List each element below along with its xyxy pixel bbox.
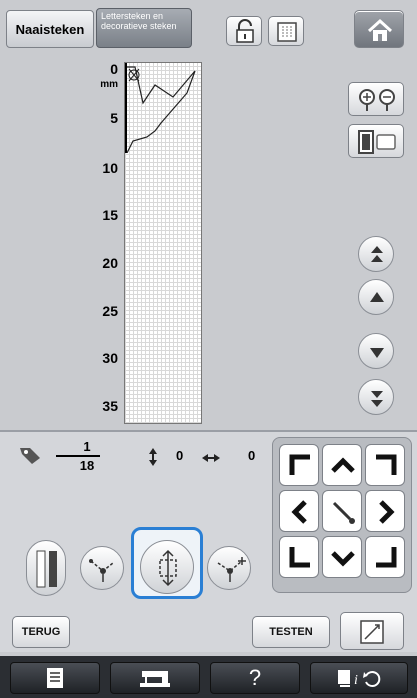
stitch-memory-icon (277, 22, 297, 42)
density-numerator: 1 (83, 439, 91, 454)
machine-settings-button[interactable] (110, 662, 200, 694)
ruler-mark-5: 5 (110, 110, 118, 126)
double-down-arrow-icon (371, 391, 383, 407)
magnify-icon (359, 89, 395, 111)
scroll-top-button[interactable] (358, 236, 394, 272)
point-add-left-button[interactable] (80, 546, 124, 590)
ruler-mark-15: 15 (102, 207, 118, 223)
set-stitch-icon (360, 620, 384, 644)
horizontal-move-icon (202, 454, 220, 462)
help-label: ? (248, 665, 262, 690)
move-right-button[interactable] (365, 490, 405, 532)
needle-center-icon (332, 501, 355, 524)
tutorial-button[interactable]: i (310, 662, 408, 694)
density-fraction: 1 18 (56, 439, 100, 479)
help-button[interactable]: ? (210, 662, 300, 694)
home-icon (367, 18, 393, 41)
zoom-button[interactable] (348, 82, 404, 116)
scroll-bottom-button[interactable] (358, 379, 394, 415)
ruler-mark-10: 10 (102, 160, 118, 176)
move-left-button[interactable] (279, 490, 319, 532)
density-icon (20, 448, 40, 464)
sewing-machine-icon (140, 671, 170, 687)
ruler-unit: mm (100, 79, 118, 90)
move-point-icon (159, 549, 177, 587)
ruler-mark-25: 25 (102, 303, 118, 319)
mirror-button[interactable] (26, 540, 66, 596)
up-arrow-icon (370, 292, 384, 302)
back-button[interactable]: TERUG (12, 616, 70, 648)
chevron-left-icon (291, 500, 307, 524)
view-toggle-button[interactable] (348, 124, 404, 158)
lock-icon (236, 19, 254, 43)
vertical-move-icon (149, 448, 157, 466)
center-needle-button[interactable] (322, 490, 362, 532)
ruler-zero: 0 (110, 61, 118, 77)
ruler-mark-35: 35 (102, 398, 118, 414)
set-button[interactable] (340, 612, 404, 650)
corner-up-right-icon (376, 454, 397, 475)
move-down-right-button[interactable] (365, 536, 405, 578)
move-down-button[interactable] (322, 536, 362, 578)
vertical-value: 0 (176, 448, 184, 463)
move-point-button[interactable] (140, 540, 194, 594)
ruler-mark-20: 20 (102, 255, 118, 271)
test-button[interactable]: TESTEN (252, 616, 330, 648)
scroll-up-button[interactable] (358, 279, 394, 315)
stitch-preview (124, 62, 202, 424)
manual-button[interactable] (10, 662, 100, 694)
view-toggle-icon (358, 130, 396, 154)
chevron-up-icon (331, 457, 355, 473)
corner-down-right-icon (376, 547, 397, 568)
corner-up-left-icon (289, 454, 310, 475)
ruler-mark-30: 30 (102, 350, 118, 366)
tab-utility-stitches[interactable]: Naaisteken (6, 10, 94, 48)
down-arrow-icon (370, 348, 384, 358)
add-point-left-icon (89, 559, 114, 582)
chevron-down-icon (331, 551, 355, 567)
corner-down-left-icon (289, 547, 310, 568)
tab-decorative-stitches[interactable]: Lettersteken en decoratieve steken (96, 8, 192, 48)
needle-line (125, 63, 127, 153)
move-down-left-button[interactable] (279, 536, 319, 578)
scroll-down-button[interactable] (358, 333, 394, 369)
ruler: 0 mm 5 10 15 20 25 30 35 (70, 55, 122, 425)
lock-button[interactable] (226, 16, 262, 46)
move-up-button[interactable] (322, 444, 362, 486)
horizontal-value: 0 (248, 448, 256, 463)
bird-stitch-pattern-icon (126, 66, 196, 153)
svg-text:i: i (354, 673, 358, 688)
add-point-right-icon (217, 557, 246, 582)
home-button[interactable] (354, 10, 404, 48)
tab-utility-label: Naaisteken (15, 21, 85, 37)
move-up-right-button[interactable] (365, 444, 405, 486)
mirror-icon (36, 550, 57, 588)
tab-decorative-label: Lettersteken en decoratieve steken (101, 11, 177, 31)
back-button-label: TERUG (21, 626, 61, 638)
memory-button[interactable] (268, 16, 304, 46)
density-denominator: 18 (79, 458, 95, 473)
double-up-arrow-icon (371, 246, 383, 262)
test-button-label: TESTEN (269, 626, 313, 638)
tutorial-icon: i (338, 670, 381, 688)
point-add-right-button[interactable] (207, 546, 251, 590)
document-icon (47, 668, 63, 688)
move-up-left-button[interactable] (279, 444, 319, 486)
chevron-right-icon (379, 500, 395, 524)
